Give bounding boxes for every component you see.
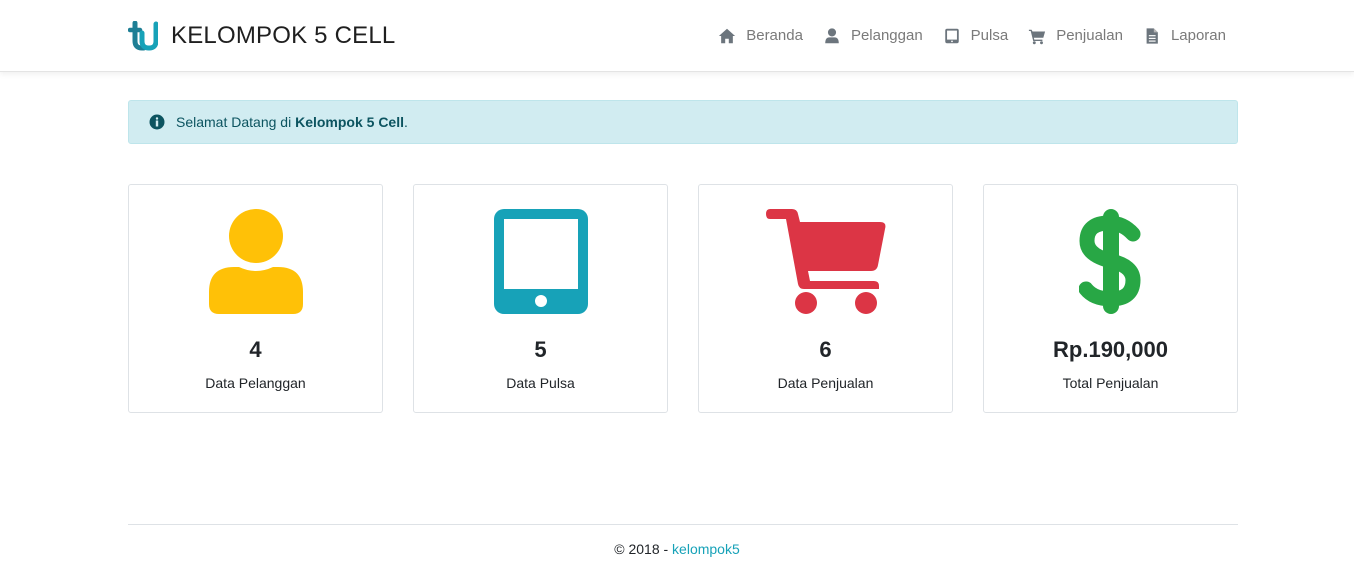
tablet-icon (944, 28, 959, 44)
footer-copyright: © 2018 - (614, 541, 673, 557)
dollar-icon (1078, 209, 1141, 314)
brand[interactable]: KELOMPOK 5 CELL (128, 21, 395, 51)
alert-message: Selamat Datang di Kelompok 5 Cell. (176, 114, 408, 130)
footer: © 2018 - kelompok5 (0, 541, 1354, 557)
footer-link[interactable]: kelompok5 (672, 541, 740, 557)
tu-logo-icon (128, 21, 158, 51)
cart-icon (1029, 29, 1046, 45)
card-data-pelanggan[interactable]: 4 Data Pelanggan (128, 184, 383, 413)
nav-item-laporan[interactable]: Laporan (1143, 26, 1226, 46)
cart-icon (765, 209, 885, 314)
card-label: Data Pelanggan (205, 375, 306, 391)
card-total-penjualan[interactable]: Rp.190,000 Total Penjualan (983, 184, 1238, 413)
file-icon (1146, 28, 1158, 44)
card-label: Total Penjualan (1062, 375, 1159, 391)
nav-item-pulsa[interactable]: Pulsa (943, 26, 1009, 46)
nav-item-label: Pulsa (970, 27, 1009, 44)
user-icon (825, 28, 839, 44)
card-value: Rp.190,000 (1053, 337, 1168, 362)
nav-item-label: Laporan (1170, 27, 1226, 44)
card-value: 6 (819, 337, 832, 362)
alert-prefix: Selamat Datang di (176, 114, 296, 130)
footer-divider (128, 524, 1238, 525)
home-icon (719, 28, 736, 44)
welcome-alert: Selamat Datang di Kelompok 5 Cell. (128, 100, 1238, 144)
nav-item-beranda[interactable]: Beranda (718, 26, 803, 46)
card-value: 4 (249, 337, 262, 362)
navbar: KELOMPOK 5 CELL Beranda Pelanggan Pulsa (0, 0, 1354, 72)
brand-name: KELOMPOK 5 CELL (171, 22, 396, 49)
card-value: 5 (534, 337, 547, 362)
info-circle-icon (149, 114, 165, 130)
card-label: Data Penjualan (777, 375, 874, 391)
nav-item-label: Beranda (746, 27, 803, 44)
main-nav: Beranda Pelanggan Pulsa Penjualan Lapora… (718, 26, 1226, 46)
nav-item-pelanggan[interactable]: Pelanggan (823, 26, 923, 46)
tablet-icon (493, 209, 588, 314)
nav-item-label: Pelanggan (850, 27, 923, 44)
alert-suffix: . (404, 114, 408, 130)
user-icon (208, 209, 303, 314)
card-data-pulsa[interactable]: 5 Data Pulsa (413, 184, 668, 413)
card-label: Data Pulsa (506, 375, 575, 391)
nav-item-label: Penjualan (1056, 27, 1123, 44)
nav-item-penjualan[interactable]: Penjualan (1028, 26, 1123, 46)
alert-emphasis: Kelompok 5 Cell (295, 114, 404, 130)
card-data-penjualan[interactable]: 6 Data Penjualan (698, 184, 953, 413)
